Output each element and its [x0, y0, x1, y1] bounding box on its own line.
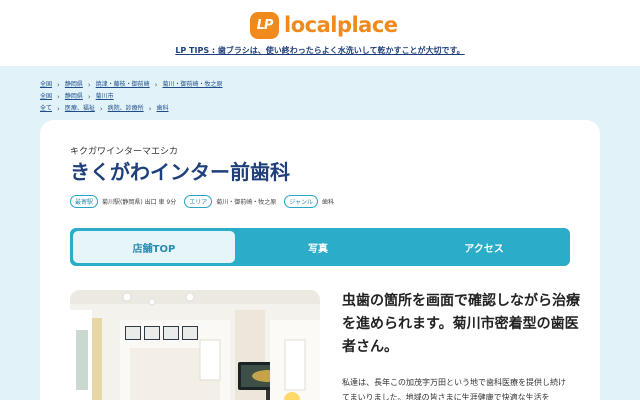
breadcrumb-link[interactable]: 菊川市 [96, 91, 114, 103]
tips-banner[interactable]: LP TIPS : 歯ブラシは、使い終わったらよく水洗いして乾かすことが大切です… [0, 45, 640, 56]
tips-text[interactable]: LP TIPS : 歯ブラシは、使い終わったらよく水洗いして乾かすことが大切です… [175, 46, 464, 55]
breadcrumb-row-category: 全て › 医療、福祉 › 病院、診療所 › 歯科 [40, 103, 223, 115]
page-title: きくがわインター前歯科 [70, 160, 290, 184]
breadcrumb-link[interactable]: 静岡県 [65, 91, 83, 103]
breadcrumb-row-region: 全国 › 静岡県 › 焼津・藤枝・御前崎 › 菊川・御前崎・牧之原 [40, 79, 223, 91]
genre-value: 歯科 [321, 199, 334, 206]
station-value: 菊川駅(静岡県) 出口 車 9分 [102, 199, 177, 206]
site-header: LP localplace LP TIPS : 歯ブラシは、使い終わったらよく水… [0, 0, 640, 66]
tab-access[interactable]: アクセス [401, 231, 567, 263]
breadcrumb-link[interactable]: 焼津・藤枝・御前崎 [96, 79, 150, 91]
clinic-interior-photo [70, 290, 320, 400]
chevron-right-icon: › [87, 81, 91, 89]
clinic-info-row: 最寄駅 菊川駅(静岡県) 出口 車 9分 エリア 菊川・御前崎・牧之原 ジャンル… [70, 195, 342, 208]
chevron-right-icon: › [148, 105, 152, 113]
chevron-right-icon: › [87, 93, 91, 101]
breadcrumb-link[interactable]: 全て [40, 103, 52, 115]
breadcrumb-link[interactable]: 医療、福祉 [65, 103, 95, 115]
breadcrumb-link[interactable]: 菊川・御前崎・牧之原 [162, 79, 222, 91]
tab-bar: 店舗TOP 写真 アクセス [70, 228, 570, 266]
chevron-right-icon: › [99, 105, 103, 113]
breadcrumb-link[interactable]: 歯科 [156, 103, 168, 115]
area-tag: エリア [184, 195, 213, 208]
chevron-right-icon: › [154, 81, 158, 89]
description-body: 私達は、長年この加茂字万田という地で歯科医療を提供し続けてまいりました。地域の皆… [342, 378, 566, 400]
clinic-interior-illustration [70, 290, 320, 400]
genre-tag: ジャンル [284, 195, 318, 208]
breadcrumb-link[interactable]: 全国 [40, 91, 52, 103]
chevron-right-icon: › [57, 81, 60, 89]
logo-text: localplace [284, 13, 398, 37]
description-headline: 虫歯の箇所を画面で確認しながら治療を進められます。菊川市密着型の歯医者さん。 [342, 293, 580, 355]
area-value: 菊川・御前崎・牧之原 [216, 199, 277, 206]
tab-store-top[interactable]: 店舗TOP [73, 231, 235, 263]
breadcrumb: 全国 › 静岡県 › 焼津・藤枝・御前崎 › 菊川・御前崎・牧之原 全国 › 静岡県 › … [40, 79, 223, 115]
breadcrumb-row-city: 全国 › 静岡県 › 菊川市 [40, 91, 223, 103]
logo-mark-icon: LP [250, 11, 279, 39]
tab-photos[interactable]: 写真 [235, 231, 401, 263]
site-logo[interactable]: LP localplace [250, 10, 398, 40]
chevron-right-icon: › [57, 105, 60, 113]
chevron-right-icon: › [57, 93, 60, 101]
station-tag: 最寄駅 [70, 195, 99, 208]
breadcrumb-link[interactable]: 静岡県 [65, 79, 83, 91]
breadcrumb-link[interactable]: 全国 [40, 79, 52, 91]
breadcrumb-link[interactable]: 病院、診療所 [108, 103, 144, 115]
clinic-card: キクガワインターマエシカ きくがわインター前歯科 最寄駅 菊川駅(静岡県) 出口… [40, 120, 600, 400]
